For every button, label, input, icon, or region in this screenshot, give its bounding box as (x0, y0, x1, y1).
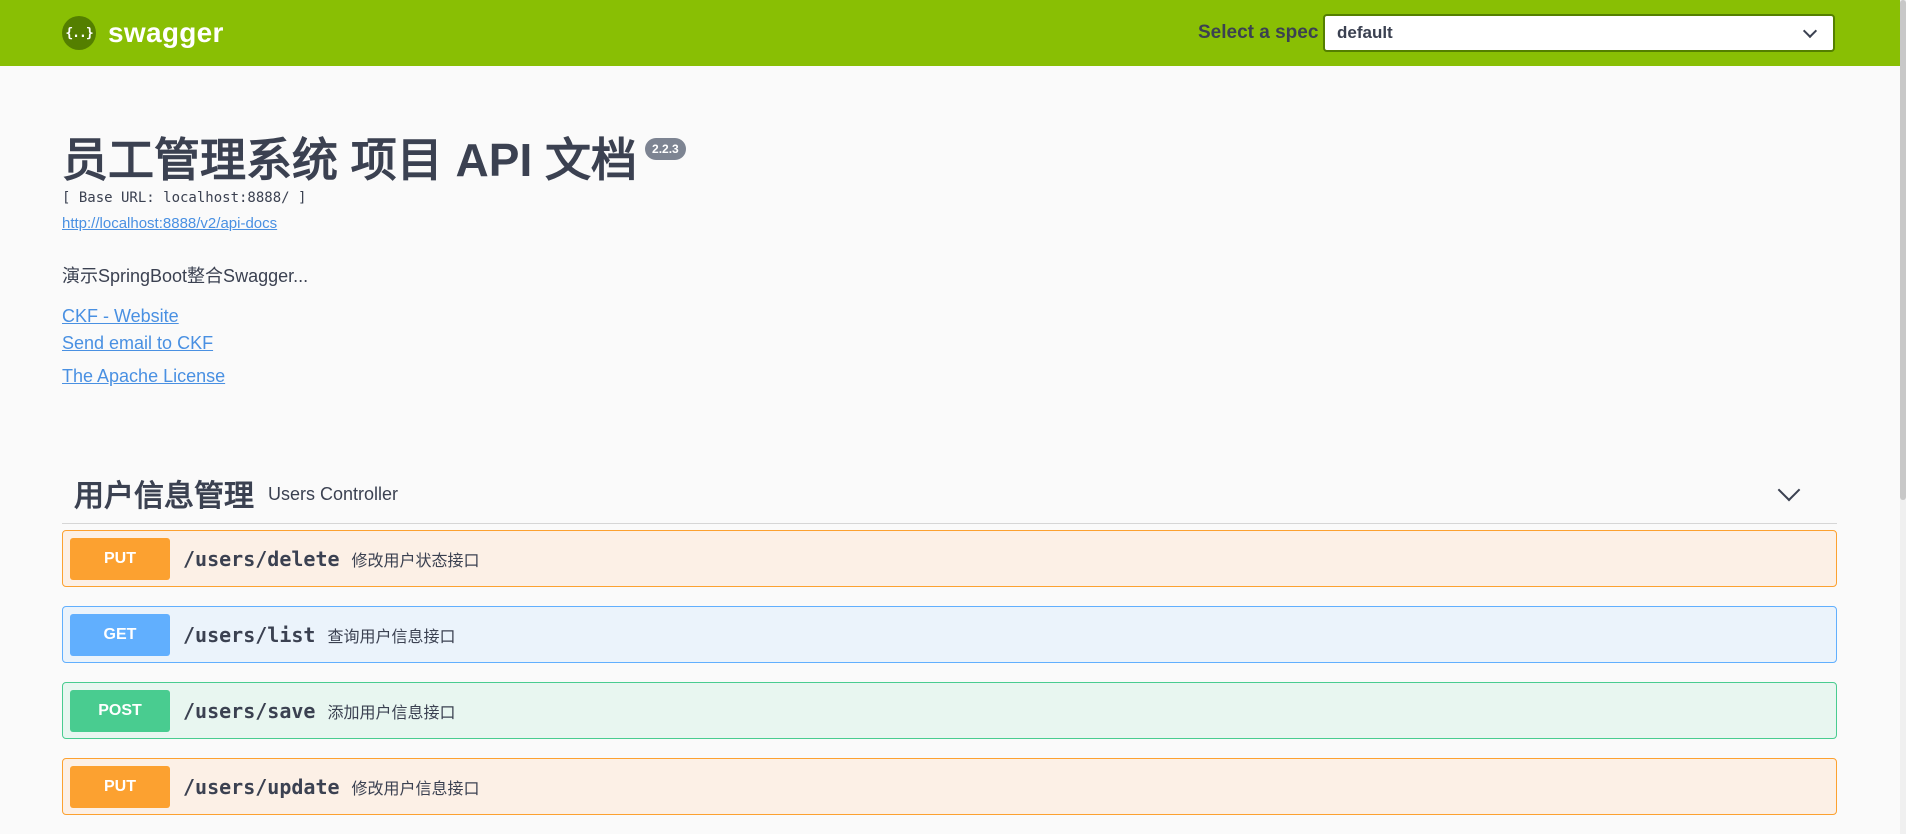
tag-header-users[interactable]: 用户信息管理 Users Controller (62, 462, 1837, 524)
chevron-down-icon (1802, 23, 1818, 38)
api-description: 演示SpringBoot整合Swagger... (62, 266, 309, 286)
operation-put-users-update[interactable]: PUT /users/update 修改用户信息接口 (62, 758, 1837, 815)
method-badge: POST (70, 689, 170, 732)
operation-summary: 添加用户信息接口 (327, 704, 456, 722)
spec-select-value: default (1337, 23, 1393, 42)
scrollbar-track[interactable] (1900, 0, 1906, 834)
version-badge: 2.2.3 (645, 138, 686, 160)
swagger-logo[interactable]: {..} swagger (62, 15, 224, 51)
operation-path: /users/update (183, 774, 340, 799)
email-link[interactable]: Send email to CKF (62, 333, 213, 354)
api-title: 员工管理系统 项目 API 文档 (62, 134, 638, 186)
operation-post-users-save[interactable]: POST /users/save 添加用户信息接口 (62, 682, 1837, 739)
operation-path: /users/save (183, 698, 316, 723)
operation-path: /users/delete (183, 546, 340, 571)
api-docs-link[interactable]: http://localhost:8888/v2/api-docs (62, 215, 277, 232)
operation-path: /users/list (183, 622, 316, 647)
spec-select[interactable]: default (1323, 14, 1835, 52)
operation-summary: 修改用户状态接口 (351, 552, 480, 570)
swagger-ui-page: {..} swagger Select a spec default 员工管理系… (0, 0, 1906, 834)
brand-text: swagger (108, 17, 224, 48)
base-url: [ Base URL: localhost:8888/ ] (62, 190, 307, 206)
method-badge: GET (70, 613, 170, 656)
spec-select-label: Select a spec (1198, 22, 1319, 43)
operation-get-users-list[interactable]: GET /users/list 查询用户信息接口 (62, 606, 1837, 663)
expand-chevron-icon[interactable] (1777, 478, 1801, 502)
operation-summary: 修改用户信息接口 (351, 780, 480, 798)
method-badge: PUT (70, 765, 170, 808)
swagger-logo-icon: {..} (62, 16, 96, 50)
operation-summary: 查询用户信息接口 (327, 628, 456, 646)
api-title-row: 员工管理系统 项目 API 文档 2.2.3 (62, 132, 686, 188)
website-link[interactable]: CKF - Website (62, 306, 179, 327)
topbar: {..} swagger Select a spec default (0, 0, 1900, 66)
scrollbar-thumb[interactable] (1900, 0, 1906, 500)
tag-name: 用户信息管理 (74, 479, 254, 513)
license-link[interactable]: The Apache License (62, 366, 225, 387)
operation-put-users-delete[interactable]: PUT /users/delete 修改用户状态接口 (62, 530, 1837, 587)
method-badge: PUT (70, 537, 170, 580)
tag-description: Users Controller (268, 484, 399, 504)
